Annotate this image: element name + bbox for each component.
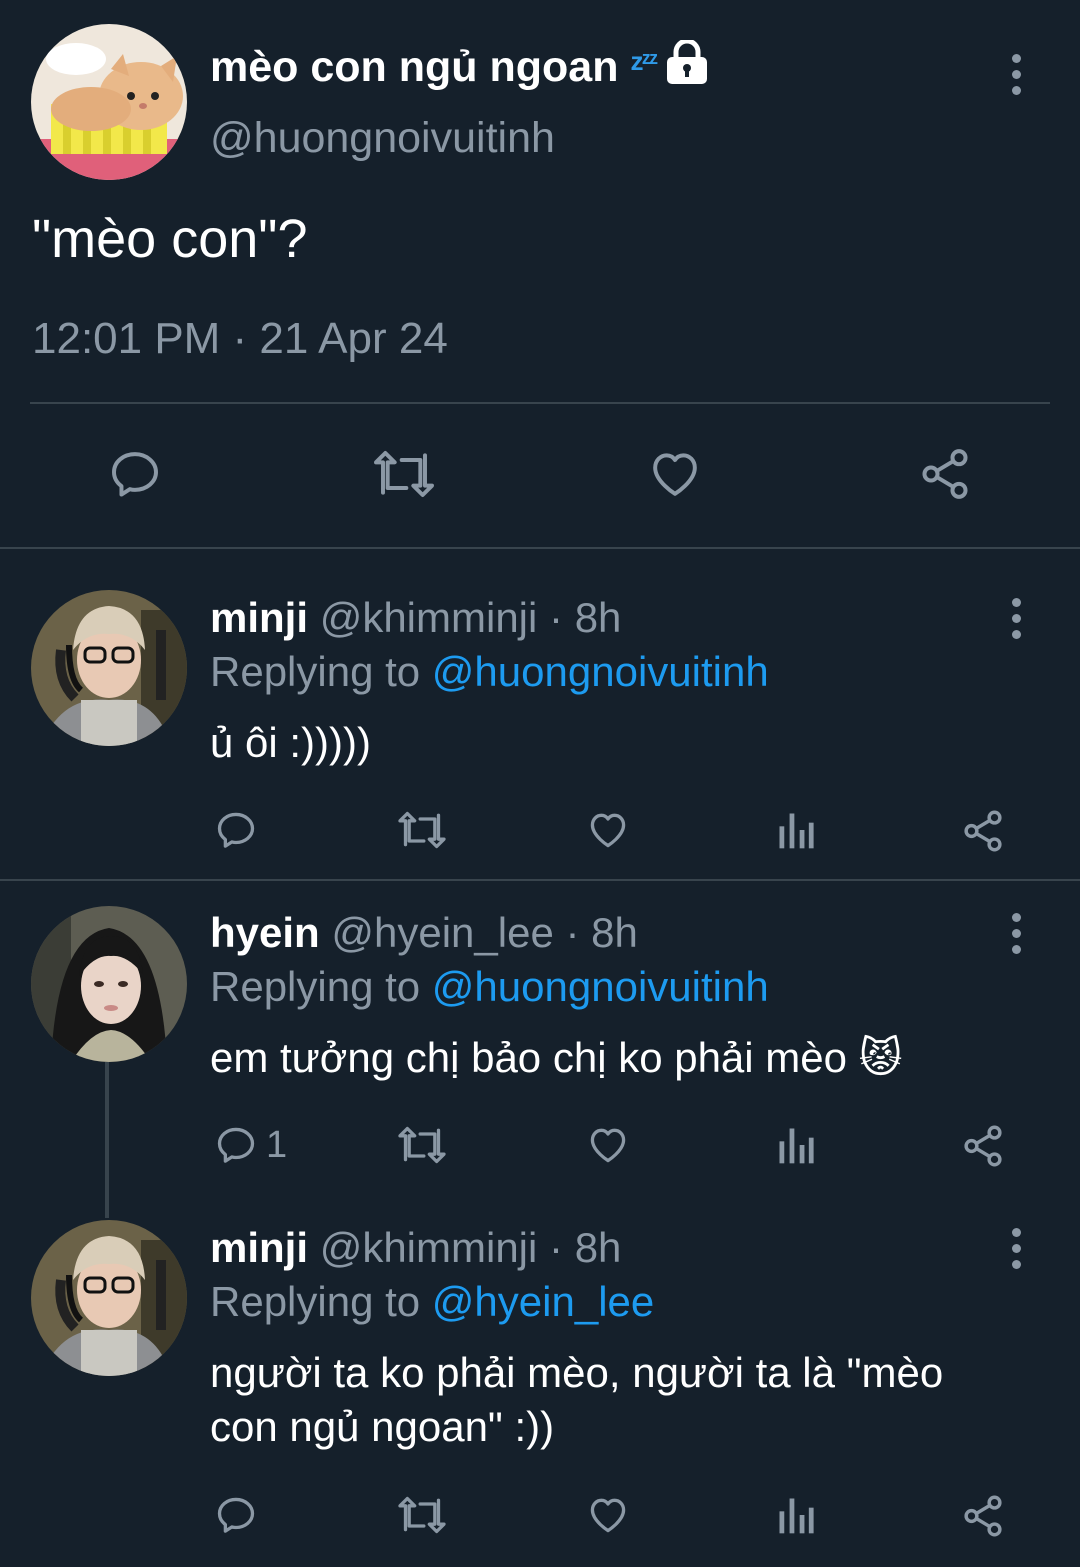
author-name-text: mèo con ngủ ngoan: [210, 43, 619, 91]
avatar-reply[interactable]: [31, 590, 187, 746]
views-button[interactable]: [776, 1493, 816, 1537]
replying-to-link[interactable]: @huongnoivuitinh: [432, 648, 769, 695]
like-button[interactable]: [586, 808, 630, 852]
reply-text: ủ ôi :))))): [210, 719, 371, 766]
pouting-cat-emoji: 😾: [858, 1034, 903, 1081]
author-handle[interactable]: @huongnoivuitinh: [210, 114, 555, 163]
separator-dot: ·: [549, 1224, 564, 1271]
like-button[interactable]: [646, 446, 704, 502]
replying-to: Replying to @hyein_lee: [210, 1278, 654, 1326]
retweet-icon: [398, 811, 446, 849]
divider: [30, 402, 1050, 404]
divider: [0, 879, 1080, 881]
divider: [0, 547, 1080, 549]
reply-button[interactable]: [106, 446, 164, 502]
share-button[interactable]: [960, 1493, 1006, 1539]
retweet-button[interactable]: [396, 808, 448, 852]
like-icon: [590, 813, 626, 848]
share-button[interactable]: [960, 1123, 1006, 1169]
reply-icon: [217, 1127, 255, 1163]
reply-author-handle[interactable]: @hyein_lee: [331, 909, 553, 956]
avatar-reply[interactable]: [31, 906, 187, 1062]
reply-header: hyein @hyein_lee · 8h: [210, 909, 638, 957]
share-icon: [964, 1125, 1002, 1167]
reply-icon: [112, 452, 158, 497]
reply-text: em tưởng chị bảo chị ko phải mèo 😾: [210, 1031, 1020, 1085]
replying-to-label: Replying to: [210, 648, 421, 695]
reply-author-name[interactable]: minji: [210, 1224, 308, 1271]
share-icon: [922, 449, 968, 499]
separator-dot: ·: [565, 909, 580, 956]
like-icon: [590, 1498, 626, 1533]
reply-time[interactable]: 8h: [575, 594, 622, 641]
more-options-icon[interactable]: [1006, 901, 1026, 965]
replying-to-link[interactable]: @huongnoivuitinh: [432, 963, 769, 1010]
retweet-button[interactable]: [396, 1123, 448, 1167]
share-button[interactable]: [960, 808, 1006, 854]
reply-text-content: em tưởng chị bảo chị ko phải mèo: [210, 1034, 847, 1081]
reply-author-handle[interactable]: @khimminji: [320, 1224, 538, 1271]
more-options-icon[interactable]: [1006, 1216, 1026, 1280]
reply-author-handle[interactable]: @khimminji: [320, 594, 538, 641]
like-icon: [590, 1128, 626, 1163]
reply-count: 1: [266, 1123, 288, 1166]
reply-time[interactable]: 8h: [575, 1224, 622, 1271]
avatar-reply[interactable]: [31, 1220, 187, 1376]
sleep-emoji: zᶻᶻ: [630, 46, 658, 76]
views-icon: [779, 1128, 814, 1164]
reply-text: người ta ko phải mèo, người ta là "mèo c…: [210, 1349, 944, 1450]
reply-button[interactable]: 1: [214, 1123, 287, 1167]
thread-line: [105, 1062, 109, 1218]
avatar-main[interactable]: [31, 24, 187, 180]
author-name[interactable]: mèo con ngủ ngoan zᶻᶻ: [210, 38, 710, 95]
reply-button[interactable]: [214, 1493, 258, 1537]
reply-icon: [217, 812, 255, 848]
retweet-icon: [398, 1496, 446, 1534]
reply-time[interactable]: 8h: [591, 909, 638, 956]
replying-to-link[interactable]: @hyein_lee: [432, 1278, 654, 1325]
like-button[interactable]: [586, 1123, 630, 1167]
retweet-icon: [398, 1126, 446, 1164]
lock-icon: [664, 38, 710, 95]
more-options-icon[interactable]: [1006, 42, 1026, 106]
retweet-button[interactable]: [396, 1493, 448, 1537]
replying-to-label: Replying to: [210, 1278, 421, 1325]
views-button[interactable]: [776, 808, 816, 852]
reply-author-name[interactable]: hyein: [210, 909, 320, 956]
views-icon: [779, 1498, 814, 1534]
share-icon: [964, 810, 1002, 852]
separator-dot: ·: [549, 594, 564, 641]
replying-to: Replying to @huongnoivuitinh: [210, 648, 769, 696]
like-icon: [653, 453, 697, 496]
reply-icon: [217, 1497, 255, 1533]
retweet-button[interactable]: [370, 446, 438, 502]
share-icon: [964, 1495, 1002, 1537]
like-button[interactable]: [586, 1493, 630, 1537]
views-icon: [779, 813, 814, 849]
replying-to-label: Replying to: [210, 963, 421, 1010]
tweet-text: "mèo con"?: [32, 209, 308, 269]
replying-to: Replying to @huongnoivuitinh: [210, 963, 769, 1011]
reply-header: minji @khimminji · 8h: [210, 594, 621, 642]
retweet-icon: [374, 451, 434, 497]
more-options-icon[interactable]: [1006, 586, 1026, 650]
reply-button[interactable]: [214, 808, 258, 852]
share-button[interactable]: [916, 446, 974, 502]
reply-author-name[interactable]: minji: [210, 594, 308, 641]
views-button[interactable]: [776, 1123, 816, 1167]
tweet-timestamp[interactable]: 12:01 PM · 21 Apr 24: [32, 314, 448, 364]
reply-header: minji @khimminji · 8h: [210, 1224, 621, 1272]
